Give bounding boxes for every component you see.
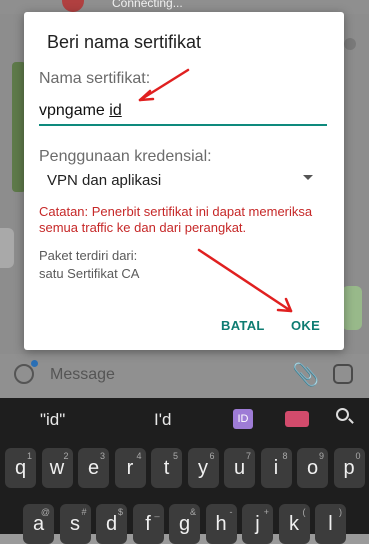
annotation-arrows [138, 68, 293, 313]
arrow-to-ok-button [197, 248, 293, 313]
arrow-to-name-input [138, 68, 190, 102]
